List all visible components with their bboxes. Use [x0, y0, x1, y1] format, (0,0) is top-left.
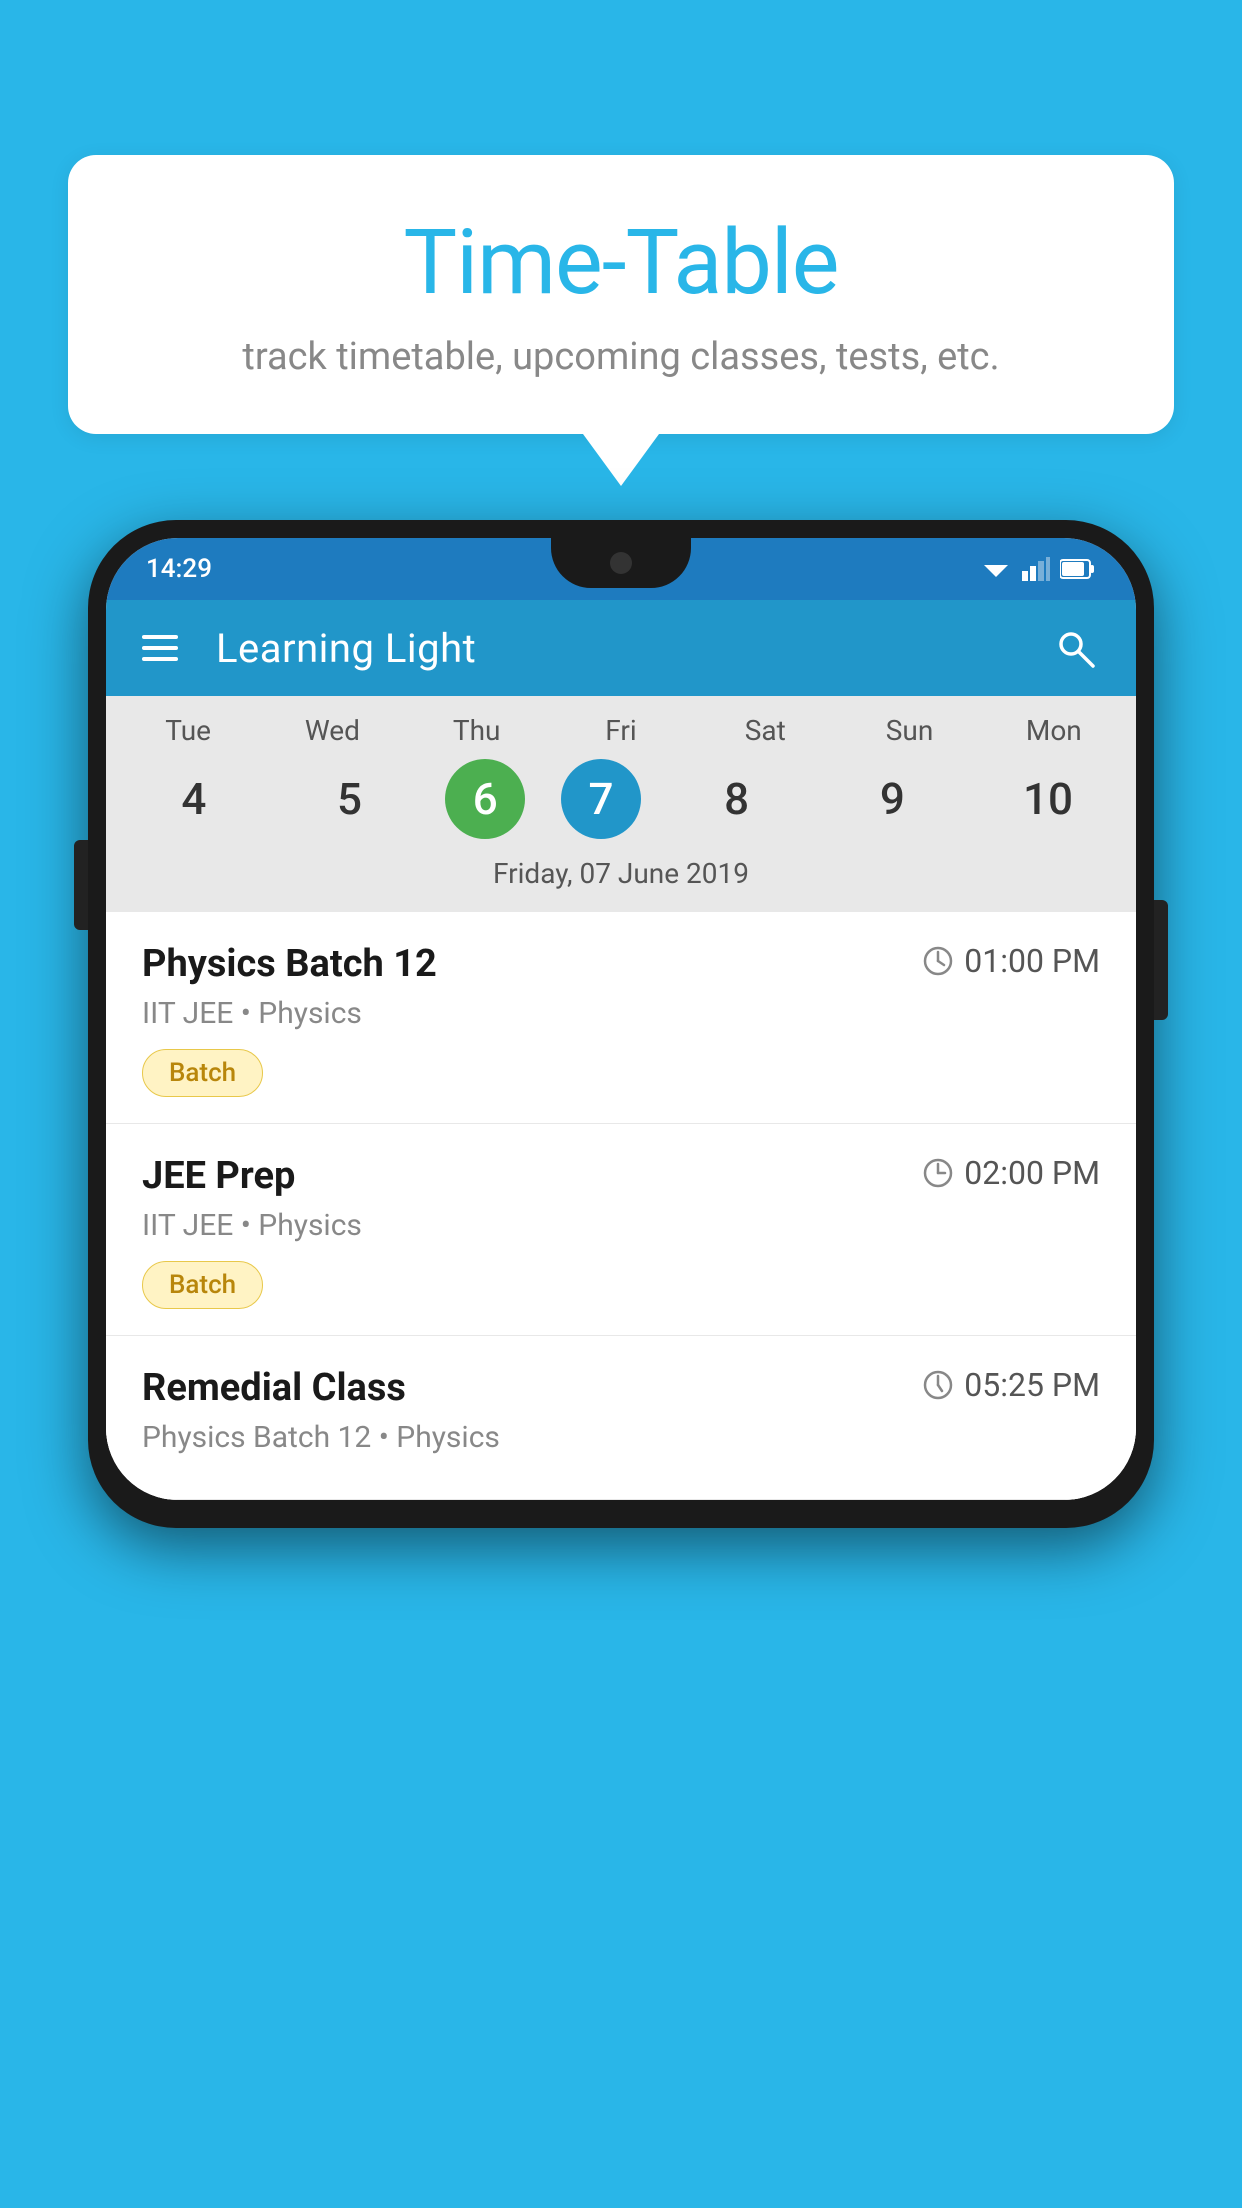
day-6-today[interactable]: 6	[445, 759, 525, 839]
bubble-title: Time-Table	[128, 210, 1114, 315]
clock-icon-3	[922, 1369, 954, 1401]
schedule-list: Physics Batch 12 01:00 PM IIT JEE • Phys…	[106, 912, 1136, 1500]
schedule-item-1-top: Physics Batch 12 01:00 PM	[142, 942, 1100, 986]
battery-icon	[1060, 558, 1096, 580]
menu-button[interactable]	[142, 635, 178, 661]
day-header-wed: Wed	[272, 714, 392, 747]
schedule-item-2-time: 02:00 PM	[922, 1154, 1100, 1192]
search-icon	[1053, 626, 1097, 670]
schedule-item-2-top: JEE Prep 02:00 PM	[142, 1154, 1100, 1198]
day-header-mon: Mon	[994, 714, 1114, 747]
day-7-selected[interactable]: 7	[561, 759, 641, 839]
schedule-item-2[interactable]: JEE Prep 02:00 PM IIT JEE • Physics Batc…	[106, 1124, 1136, 1336]
day-header-sun: Sun	[850, 714, 970, 747]
hamburger-line-3	[142, 657, 178, 661]
schedule-item-1-subtitle: IIT JEE • Physics	[142, 996, 1100, 1031]
wifi-icon	[980, 557, 1012, 581]
clock-icon-1	[922, 945, 954, 977]
day-header-tue: Tue	[128, 714, 248, 747]
camera-icon	[610, 552, 632, 574]
app-title: Learning Light	[208, 625, 1020, 672]
day-header-fri: Fri	[561, 714, 681, 747]
phone-frame: 14:29	[88, 520, 1154, 1528]
schedule-item-1-title: Physics Batch 12	[142, 942, 437, 986]
bubble-subtitle: track timetable, upcoming classes, tests…	[128, 335, 1114, 379]
phone-screen: 14:29	[106, 538, 1136, 1500]
day-9[interactable]: 9	[832, 759, 952, 839]
selected-date-label: Friday, 07 June 2019	[106, 851, 1136, 904]
day-4[interactable]: 4	[134, 759, 254, 839]
speech-bubble-container: Time-Table track timetable, upcoming cla…	[68, 155, 1174, 486]
app-header: Learning Light	[106, 600, 1136, 696]
status-icons	[980, 557, 1096, 581]
schedule-item-2-subtitle: IIT JEE • Physics	[142, 1208, 1100, 1243]
day-numbers: 4 5 6 7 8 9 10	[106, 755, 1136, 851]
schedule-item-1[interactable]: Physics Batch 12 01:00 PM IIT JEE • Phys…	[106, 912, 1136, 1124]
schedule-item-2-title: JEE Prep	[142, 1154, 295, 1198]
day-headers: Tue Wed Thu Fri Sat Sun Mon	[106, 696, 1136, 755]
phone-notch	[551, 538, 691, 588]
day-8[interactable]: 8	[677, 759, 797, 839]
schedule-item-2-badge: Batch	[142, 1261, 263, 1309]
schedule-item-3-time: 05:25 PM	[922, 1366, 1100, 1404]
schedule-item-1-time: 01:00 PM	[922, 942, 1100, 980]
schedule-item-3-top: Remedial Class 05:25 PM	[142, 1366, 1100, 1410]
signal-icon	[1022, 557, 1050, 581]
search-button[interactable]	[1050, 623, 1100, 673]
hamburger-line-2	[142, 646, 178, 650]
clock-icon-2	[922, 1157, 954, 1189]
day-10[interactable]: 10	[988, 759, 1108, 839]
status-bar: 14:29	[106, 538, 1136, 600]
day-header-thu: Thu	[417, 714, 537, 747]
schedule-item-3-subtitle: Physics Batch 12 • Physics	[142, 1420, 1100, 1455]
bubble-pointer	[583, 434, 659, 486]
day-header-sat: Sat	[705, 714, 825, 747]
schedule-item-1-badge: Batch	[142, 1049, 263, 1097]
schedule-item-3-title: Remedial Class	[142, 1366, 406, 1410]
day-5[interactable]: 5	[290, 759, 410, 839]
calendar-strip: Tue Wed Thu Fri Sat Sun Mon 4 5 6 7 8 9 …	[106, 696, 1136, 912]
schedule-item-3[interactable]: Remedial Class 05:25 PM Physics Batch 12…	[106, 1336, 1136, 1500]
speech-bubble: Time-Table track timetable, upcoming cla…	[68, 155, 1174, 434]
status-time: 14:29	[146, 554, 212, 584]
hamburger-line-1	[142, 635, 178, 639]
phone-outer-frame: 14:29	[88, 520, 1154, 1528]
